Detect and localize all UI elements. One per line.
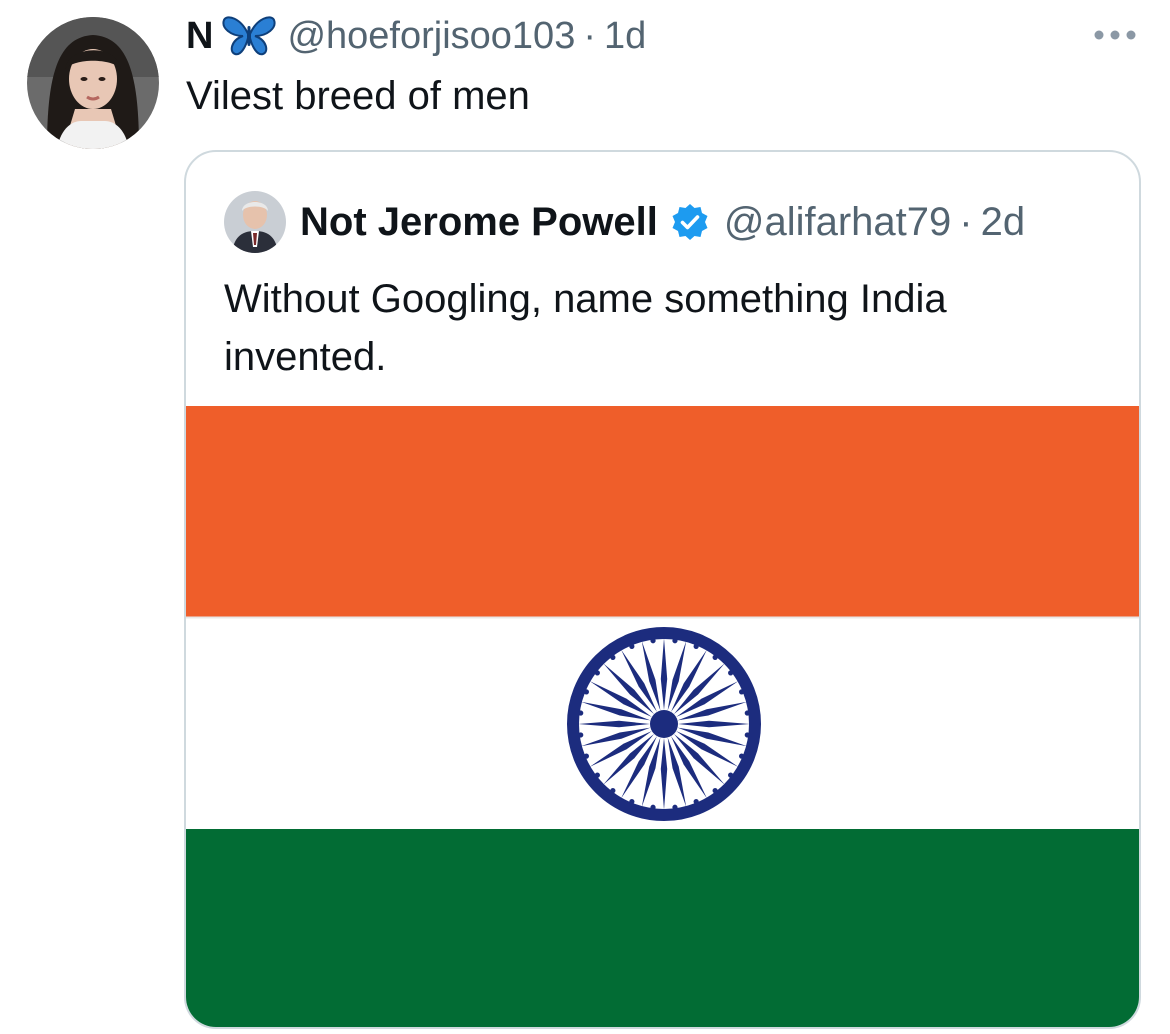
quoted-user-avatar[interactable]: [224, 191, 286, 253]
quoted-tweet[interactable]: Not Jerome Powell @alifarhat79 · 2d With…: [184, 150, 1141, 1029]
chakra-rim-notch: [578, 710, 584, 716]
chakra-rim-notch: [610, 654, 616, 660]
quoted-meta-separator: ·: [959, 199, 973, 244]
quoted-tweet-text: Without Googling, name something India i…: [224, 277, 947, 379]
chakra-rim-notch: [650, 638, 656, 644]
butterfly-icon: [221, 14, 277, 58]
chakra-rim-notch: [712, 788, 718, 794]
quoted-tweet-header: Not Jerome Powell @alifarhat79 · 2d: [224, 190, 1025, 254]
quoted-user-handle[interactable]: @alifarhat79: [724, 200, 951, 245]
chakra-rim-notch: [594, 670, 600, 676]
display-name[interactable]: N: [186, 15, 213, 58]
flag-green-band: [186, 829, 1139, 1027]
chakra-rim-notch: [629, 799, 635, 805]
chakra-rim-notch: [578, 732, 584, 738]
chakra-rim-notch: [744, 710, 750, 716]
chakra-rim-notch: [629, 643, 635, 649]
chakra-rim-notch: [583, 753, 589, 759]
tweet-timestamp[interactable]: 1d: [604, 15, 646, 58]
quoted-tweet-timestamp[interactable]: 2d: [981, 200, 1026, 245]
more-icon[interactable]: [1090, 26, 1140, 44]
chakra-rim-notch: [744, 732, 750, 738]
chakra-rim-notch: [693, 799, 699, 805]
chakra-rim-notch: [739, 689, 745, 695]
tweet-text: Vilest breed of men: [186, 74, 530, 118]
chakra-rim-notch: [728, 670, 734, 676]
chakra-rim-notch: [693, 643, 699, 649]
chakra-rim-notch: [739, 753, 745, 759]
chakra-rim-notch: [650, 804, 656, 810]
chakra-rim-notch: [672, 638, 678, 644]
ashoka-chakra-icon: [567, 627, 761, 821]
chakra-rim-notch: [610, 788, 616, 794]
chakra-rim-notch: [672, 804, 678, 810]
meta-separator: ·: [583, 14, 596, 57]
chakra-rim-notch: [728, 772, 734, 778]
chakra-rim-notch: [583, 689, 589, 695]
chakra-rim-notch: [594, 772, 600, 778]
quoted-display-name[interactable]: Not Jerome Powell: [300, 200, 658, 245]
chakra-rim-notch: [712, 654, 718, 660]
quoted-tweet-image[interactable]: [186, 406, 1139, 1027]
user-handle[interactable]: @hoeforjisoo103: [287, 15, 575, 58]
tweet-header: N @hoeforjisoo103 · 1d: [186, 10, 646, 62]
flag-saffron-band: [186, 406, 1139, 617]
user-avatar[interactable]: [27, 17, 159, 149]
verified-badge-icon: [670, 202, 710, 242]
